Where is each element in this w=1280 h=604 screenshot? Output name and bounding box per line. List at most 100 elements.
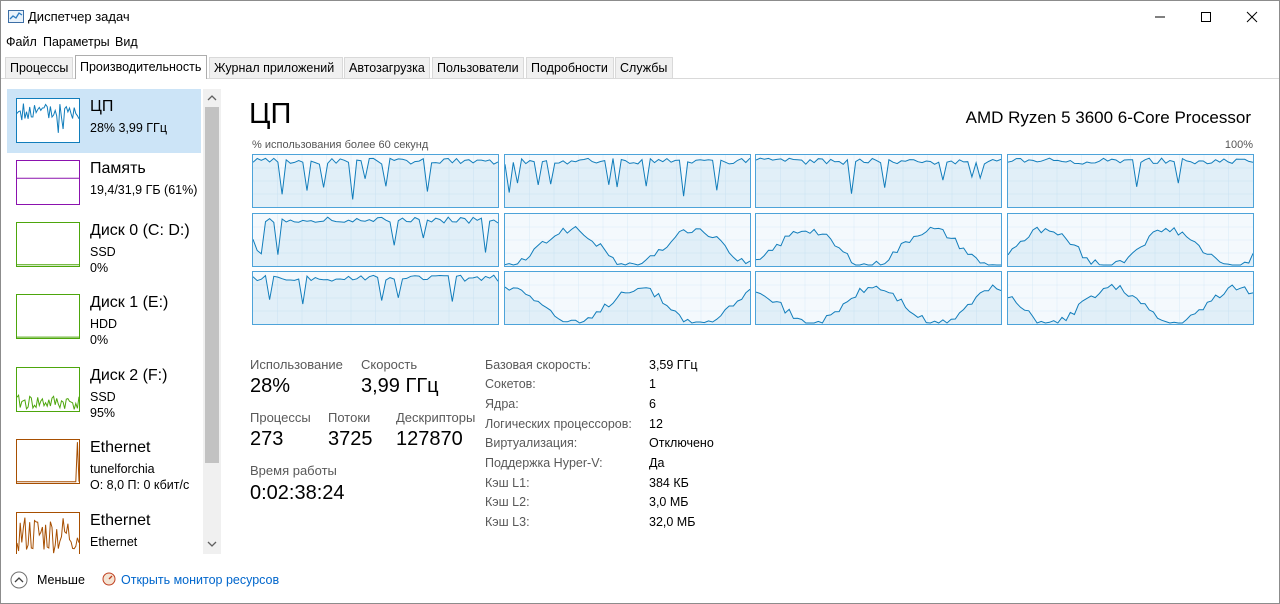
logical-processor-graph <box>755 154 1002 208</box>
info-label: Сокетов: <box>485 377 536 391</box>
sidebar-item-detail: tunelforchia <box>90 462 155 476</box>
sidebar-item-label: Ethernet <box>90 512 151 529</box>
title-bar[interactable]: Диспетчер задач <box>1 1 1279 33</box>
task-manager-icon <box>8 10 24 23</box>
info-label: Кэш L2: <box>485 495 530 509</box>
graph-caption: % использования более 60 секунд <box>252 139 429 151</box>
maximize-icon <box>1201 12 1211 22</box>
scroll-up-icon <box>207 95 217 101</box>
disk-2-thumbnail-graph <box>16 367 80 412</box>
close-button[interactable] <box>1229 1 1275 33</box>
info-label: Ядра: <box>485 397 519 411</box>
info-value: 3,0 МБ <box>649 495 689 509</box>
sidebar-item-detail: 28% 3,99 ГГц <box>90 121 167 135</box>
sidebar-item-ethernet-2[interactable]: Ethernet Ethernet <box>7 503 201 554</box>
info-value: 3,59 ГГц <box>649 358 698 372</box>
scroll-down-icon <box>207 541 217 547</box>
usage-value: 28% <box>250 375 291 397</box>
sidebar-item-label: Диск 0 (C: D:) <box>90 222 190 239</box>
ethernet-1-thumbnail-graph <box>16 439 80 484</box>
logical-processor-graph <box>252 212 499 267</box>
scrollbar-thumb[interactable] <box>205 107 219 463</box>
processes-value: 273 <box>250 428 284 450</box>
sidebar-item-detail: SSD <box>90 245 116 259</box>
disk-1-thumbnail-graph <box>16 294 80 339</box>
logical-processor-graph <box>503 154 751 208</box>
resource-sidebar: ЦП 28% 3,99 ГГц Память 19,4/31,9 ГБ (61%… <box>5 89 223 554</box>
minimize-icon <box>1155 16 1165 18</box>
speed-label: Скорость <box>361 357 418 372</box>
cpu-model-name: AMD Ryzen 5 3600 6-Core Processor <box>965 108 1251 127</box>
logical-processor-graph <box>503 271 751 325</box>
logical-processor-graph <box>1006 271 1254 325</box>
logical-processor-graph <box>755 271 1002 325</box>
footer-bar: Меньше Открыть монитор ресурсов <box>1 566 1279 594</box>
tab-app-history[interactable]: Журнал приложений <box>209 57 343 78</box>
sidebar-item-detail: 0% <box>90 261 109 275</box>
tab-users[interactable]: Пользователи <box>432 57 524 78</box>
memory-thumbnail-graph <box>16 160 80 205</box>
sidebar-item-detail: SSD <box>90 390 116 404</box>
menu-options[interactable]: Параметры <box>43 35 110 49</box>
threads-value: 3725 <box>328 428 373 450</box>
info-value: 6 <box>649 397 656 411</box>
sidebar-item-label: Диск 2 (F:) <box>90 367 168 384</box>
info-value: 32,0 МБ <box>649 515 696 529</box>
info-label: Логических процессоров: <box>485 417 632 431</box>
info-value: Да <box>649 456 665 470</box>
menu-bar: Файл Параметры Вид <box>1 33 601 51</box>
cpu-performance-panel: ЦП AMD Ryzen 5 3600 6-Core Processor % и… <box>231 89 1271 559</box>
sidebar-item-ethernet-1[interactable]: Ethernet tunelforchia О: 8,0 П: 0 кбит/с <box>7 430 201 494</box>
maximize-button[interactable] <box>1183 1 1229 33</box>
info-value: Отключено <box>649 436 714 450</box>
sidebar-item-disk-1[interactable]: Диск 1 (E:) HDD 0% <box>7 285 201 349</box>
logical-processor-graph <box>755 212 1002 267</box>
sidebar-item-label: ЦП <box>90 98 114 115</box>
sidebar-item-label: Ethernet <box>90 439 151 456</box>
logical-processor-graphs <box>252 154 1254 328</box>
open-resource-monitor-link[interactable]: Открыть монитор ресурсов <box>121 573 279 587</box>
tab-processes[interactable]: Процессы <box>5 57 73 78</box>
sidebar-item-detail: Ethernet <box>90 535 138 549</box>
graph-max-label: 100% <box>1224 139 1253 151</box>
logical-processor-graph <box>252 154 499 208</box>
fewer-details-icon[interactable] <box>10 571 28 589</box>
tab-startup[interactable]: Автозагрузка <box>344 57 430 78</box>
sidebar-item-label: Диск 1 (E:) <box>90 294 169 311</box>
logical-processor-graph <box>1006 154 1254 208</box>
page-title: ЦП <box>249 98 292 130</box>
uptime-value: 0:02:38:24 <box>250 482 345 504</box>
info-label: Поддержка Hyper-V: <box>485 456 603 470</box>
logical-processor-graph <box>503 212 751 267</box>
task-manager-window: Диспетчер задач Файл Параметры Вид Проце… <box>0 0 1280 604</box>
sidebar-item-disk-0[interactable]: Диск 0 (C: D:) SSD 0% <box>7 213 201 277</box>
sidebar-item-detail: 19,4/31,9 ГБ (61%) <box>90 183 198 197</box>
window-title: Диспетчер задач <box>28 9 130 24</box>
ethernet-2-thumbnail-graph <box>16 512 80 554</box>
info-label: Виртуализация: <box>485 436 578 450</box>
info-label: Кэш L1: <box>485 476 530 490</box>
info-label: Кэш L3: <box>485 515 530 529</box>
tab-details[interactable]: Подробности <box>526 57 614 78</box>
sidebar-item-disk-2[interactable]: Диск 2 (F:) SSD 95% <box>7 358 201 422</box>
sidebar-scrollbar[interactable] <box>203 89 221 554</box>
menu-file[interactable]: Файл <box>6 35 37 49</box>
sidebar-item-detail: О: 8,0 П: 0 кбит/с <box>90 478 190 492</box>
info-label: Базовая скорость: <box>485 358 591 372</box>
logical-processor-graph <box>252 271 499 325</box>
close-icon <box>1246 11 1258 23</box>
sidebar-item-detail: 0% <box>90 333 109 347</box>
sidebar-item-memory[interactable]: Память 19,4/31,9 ГБ (61%) <box>7 151 201 215</box>
minimize-button[interactable] <box>1137 1 1183 33</box>
handles-label: Дескрипторы <box>396 410 476 425</box>
usage-label: Использование <box>250 357 343 372</box>
threads-label: Потоки <box>328 410 371 425</box>
menu-view[interactable]: Вид <box>115 35 138 49</box>
tab-performance[interactable]: Производительность <box>75 55 207 79</box>
resource-monitor-icon <box>102 572 116 586</box>
fewer-details-button[interactable]: Меньше <box>37 573 85 587</box>
handles-value: 127870 <box>396 428 463 450</box>
tab-services[interactable]: Службы <box>615 57 673 78</box>
sidebar-item-cpu[interactable]: ЦП 28% 3,99 ГГц <box>7 89 201 153</box>
disk-0-thumbnail-graph <box>16 222 80 267</box>
